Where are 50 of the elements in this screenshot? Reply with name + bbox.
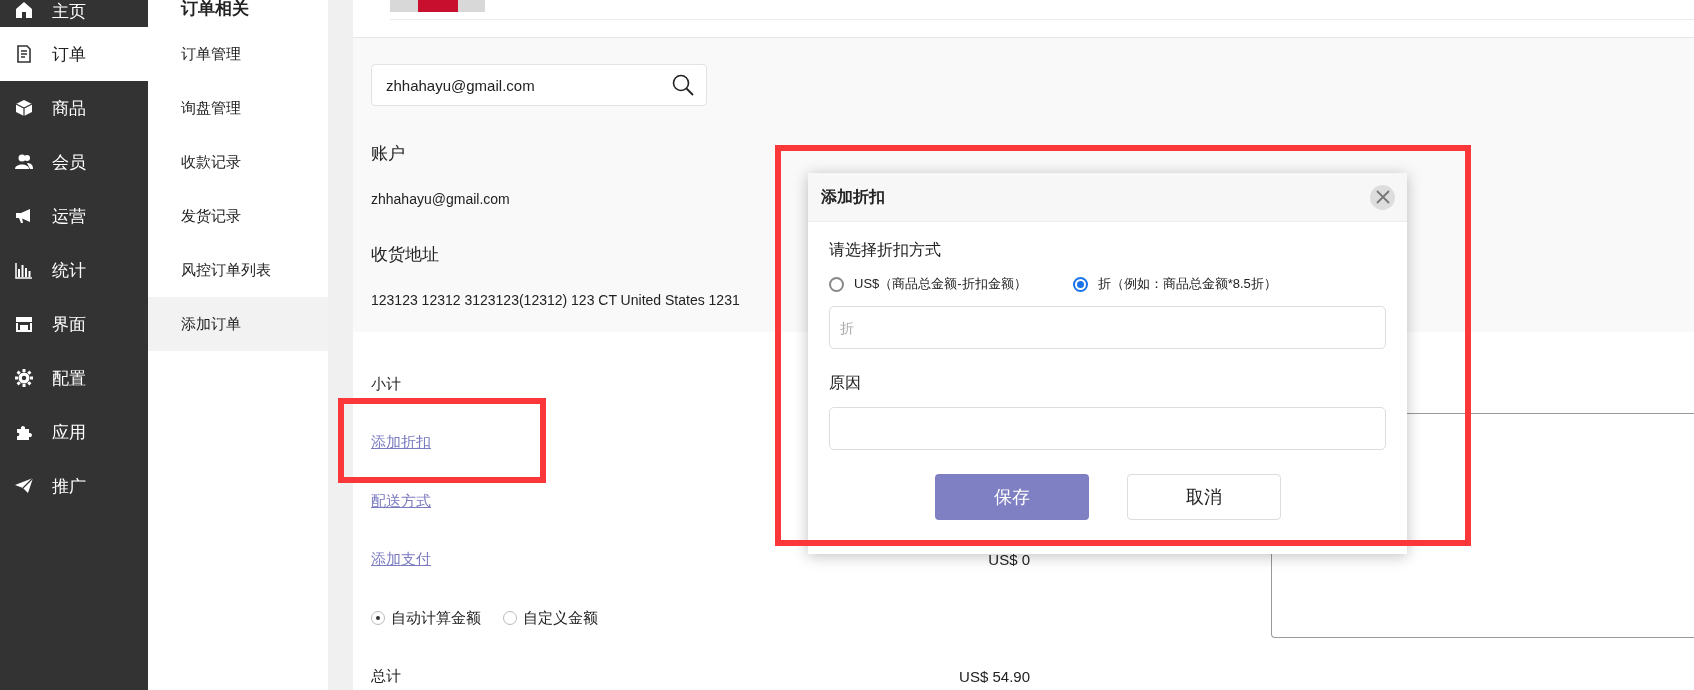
action-link[interactable]: 添加折扣 (371, 433, 431, 453)
submenu-item[interactable]: 询盘管理 (148, 81, 328, 135)
discount-method-radio[interactable]: US$（商品总金额-折扣金额） (829, 275, 1027, 293)
subtotal-label: 小计 (371, 374, 401, 394)
submenu-item[interactable]: 发货记录 (148, 189, 328, 243)
submenu-item[interactable]: 风控订单列表 (148, 243, 328, 297)
cancel-button[interactable]: 取消 (1126, 474, 1281, 520)
sidebar-item[interactable]: 商品 (0, 81, 148, 135)
account-email: zhhahayu@gmail.com (371, 191, 510, 207)
people-icon (14, 152, 34, 172)
sidebar-item[interactable]: 订单 (0, 27, 148, 81)
submenu-item[interactable]: 添加订单 (148, 297, 328, 351)
section-label: 收货地址 (371, 244, 439, 266)
settings-icon (14, 368, 34, 388)
reason-label: 原因 (829, 373, 862, 393)
submenu-title: 订单相关 (179, 0, 250, 20)
discount-input[interactable]: 折 (829, 306, 1386, 349)
submenu-item[interactable]: 收款记录 (148, 135, 328, 189)
sidebar-item[interactable]: 配置 (0, 351, 148, 405)
sidebar-item[interactable]: 应用 (0, 405, 148, 459)
amount-mode-radio[interactable]: 自定义金额 (503, 608, 598, 628)
submenu-item[interactable]: 订单管理 (148, 27, 328, 81)
sidebar-item[interactable]: 运营 (0, 189, 148, 243)
cube-icon (14, 98, 34, 118)
action-link[interactable]: 添加支付 (371, 550, 431, 570)
section-label: 账户 (371, 143, 405, 165)
shipping-address: 123123 12312 3123123(12312) 123 CT United States 1231 (371, 292, 740, 308)
sidebar-item[interactable]: 统计 (0, 243, 148, 297)
action-link[interactable]: 配送方式 (371, 491, 431, 511)
sidebar-item[interactable]: 会员 (0, 135, 148, 189)
sidebar-item[interactable]: 界面 (0, 297, 148, 351)
total-amount: US$ 54.90 (959, 668, 1030, 686)
amount-mode-radio[interactable]: 自动计算金额 (371, 608, 481, 628)
search-icon[interactable] (671, 73, 695, 97)
document-icon (14, 44, 34, 64)
save-button[interactable]: 保存 (934, 474, 1089, 520)
close-icon (1375, 190, 1390, 204)
discount-method-radio[interactable]: 折（例如：商品总金额*8.5折） (1072, 275, 1277, 293)
sidebar-item[interactable]: 主页 (0, 0, 148, 27)
reason-input[interactable] (829, 407, 1386, 450)
sidebar-item[interactable]: 推广 (0, 459, 148, 513)
total-label: 总计 (371, 667, 401, 687)
method-label: 请选择折扣方式 (829, 240, 942, 260)
close-button[interactable] (1370, 184, 1395, 210)
bar-chart-icon (14, 260, 34, 280)
storefront-icon (14, 314, 34, 334)
payment-amount: US$ 0 (988, 551, 1030, 569)
dialog-title: 添加折扣 (821, 186, 885, 207)
home-icon (14, 0, 34, 20)
search-field[interactable]: zhhahayu@gmail.com (371, 64, 707, 106)
